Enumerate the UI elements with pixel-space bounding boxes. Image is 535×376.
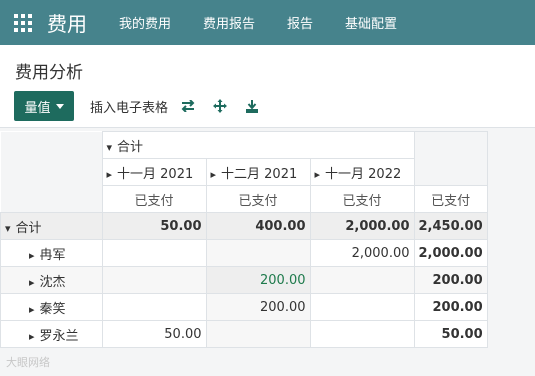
- row-header[interactable]: ▸ 冉军: [0, 239, 103, 267]
- caret-icon: ▸: [29, 329, 34, 343]
- caret-icon: ▸: [29, 275, 34, 289]
- menu-my-expenses[interactable]: 我的费用: [103, 13, 187, 32]
- caret-icon: ▾: [106, 140, 112, 154]
- pivot-cell: [309, 266, 415, 294]
- menu-expense-reports[interactable]: 费用报告: [187, 13, 271, 32]
- pivot-cell: [309, 320, 415, 348]
- pivot-cell: [101, 293, 207, 321]
- col-header-group[interactable]: ▸ 十一月 2021: [101, 158, 207, 186]
- col-header-group[interactable]: ▸ 十一月 2022: [309, 158, 415, 186]
- pivot-cell-total: 50.00: [413, 320, 488, 348]
- pivot-cell: [205, 239, 311, 267]
- row-header[interactable]: ▸ 秦笑: [0, 293, 103, 321]
- pivot-cell: [101, 239, 207, 267]
- measure-header[interactable]: 已支付: [413, 185, 488, 213]
- col-header-group[interactable]: ▸ 十二月 2021: [205, 158, 311, 186]
- caret-icon: ▸: [210, 167, 216, 181]
- measures-label: 量值: [24, 100, 51, 116]
- caret-icon: ▸: [106, 167, 112, 181]
- caret-icon: ▸: [314, 167, 320, 181]
- measure-header[interactable]: 已支付: [101, 185, 207, 213]
- caret-icon: ▾: [5, 221, 10, 235]
- top-navbar: 费用 我的费用 费用报告 报告 基础配置: [0, 0, 535, 45]
- pivot-cell: 200.00: [205, 293, 311, 321]
- pivot-toolbar: 量值 插入电子表格: [14, 91, 264, 121]
- insert-spreadsheet-button[interactable]: 插入电子表格: [90, 97, 168, 116]
- row-header-total[interactable]: ▾ 合计: [0, 212, 103, 240]
- pivot-cell-total: 200.00: [413, 293, 488, 321]
- measures-button[interactable]: 量值: [14, 91, 74, 121]
- row-header[interactable]: ▸ 罗永兰: [0, 320, 103, 348]
- download-icon[interactable]: [240, 94, 264, 118]
- pivot-cell: 2,000.00: [309, 239, 415, 267]
- pivot-table: ▾ 合计 ▸ 十一月 2021 ▸ 十二月 2021 ▸ 十一月 2022 已支付 已支…: [0, 131, 488, 348]
- apps-menu-icon[interactable]: [14, 13, 32, 32]
- flip-axis-icon[interactable]: [176, 94, 200, 118]
- pivot-cell-total: 2,450.00: [413, 212, 488, 240]
- pivot-cell: 200.00: [205, 266, 311, 294]
- pivot-cell: 2,000.00: [309, 212, 415, 240]
- app-brand[interactable]: 费用: [47, 8, 87, 37]
- menu-reporting[interactable]: 报告: [271, 13, 329, 32]
- pivot-cell-total: 200.00: [413, 266, 488, 294]
- header-spacer: [414, 131, 488, 186]
- pivot-cell: 50.00: [101, 320, 207, 348]
- measure-header[interactable]: 已支付: [205, 185, 311, 213]
- expand-all-icon[interactable]: [208, 94, 232, 118]
- pivot-cell: 400.00: [205, 212, 311, 240]
- pivot-cell: [309, 293, 415, 321]
- caret-icon: ▸: [29, 302, 34, 316]
- pivot-corner: [0, 131, 103, 213]
- pivot-cell: 50.00: [101, 212, 207, 240]
- page-title: 费用分析: [15, 63, 83, 83]
- pivot-cell-total: 2,000.00: [413, 239, 488, 267]
- caret-down-icon: [55, 103, 64, 109]
- measure-header[interactable]: 已支付: [309, 185, 415, 213]
- caret-icon: ▸: [29, 248, 34, 262]
- row-header[interactable]: ▸ 沈杰: [0, 266, 103, 294]
- menu-configuration[interactable]: 基础配置: [329, 13, 413, 32]
- col-header-total[interactable]: ▾ 合计: [101, 131, 415, 159]
- watermark: 大眼网络: [6, 356, 50, 369]
- pivot-cell: [205, 320, 311, 348]
- pivot-cell: [101, 266, 207, 294]
